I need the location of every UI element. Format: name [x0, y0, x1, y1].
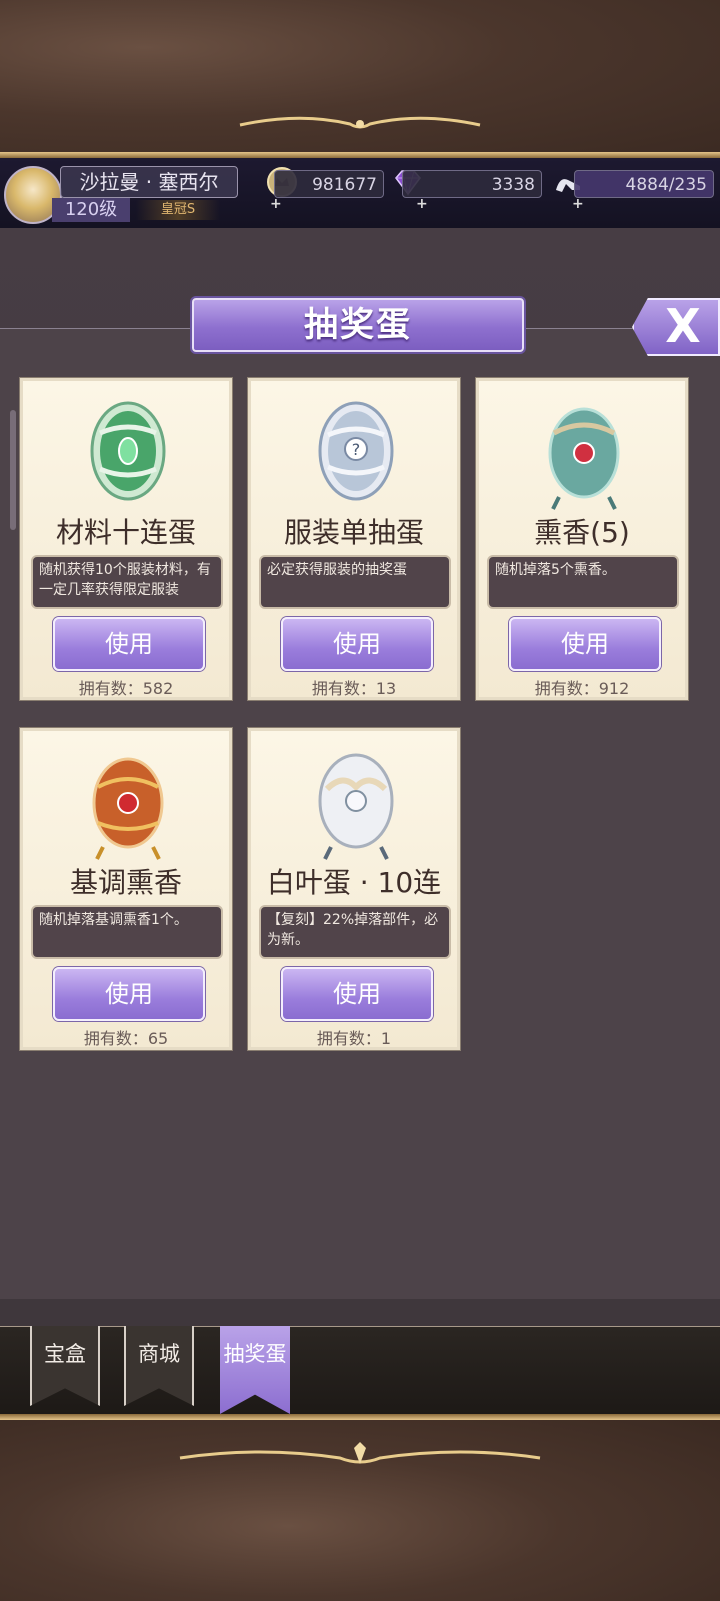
item-name: 材料十连蛋 [55, 516, 196, 549]
green-egg-icon [90, 401, 166, 501]
add-diamond-icon[interactable]: + [416, 196, 428, 212]
popup-title-text: 抽奖蛋 [304, 305, 412, 345]
item-name: 服装单抽蛋 [283, 516, 424, 549]
add-stamina-icon[interactable]: + [572, 196, 584, 212]
owned-count: 拥有数：65 [83, 1029, 169, 1048]
player-name: 沙拉曼 · 塞西尔 [60, 166, 238, 198]
scrollbar[interactable] [10, 410, 16, 530]
owned-count: 拥有数：912 [534, 679, 630, 698]
owned-count: 拥有数：582 [78, 679, 174, 698]
gold-flourish-icon [179, 1442, 541, 1464]
item-description: 必定获得服装的抽奖蛋 [259, 555, 451, 609]
orange-incense-egg-icon [92, 757, 164, 860]
owned-count: 拥有数：13 [311, 679, 397, 698]
player-level: 120级 [52, 198, 130, 222]
diamond-amount: 3338 [402, 170, 542, 198]
top-ornament-band [0, 0, 720, 158]
item-description: 【复刻】22%掉落部件，必为新。 [259, 905, 451, 959]
add-gold-icon[interactable]: + [270, 196, 282, 212]
use-button[interactable]: 使用 [281, 967, 433, 1021]
gold-flourish-icon [239, 116, 481, 129]
item-description: 随机掉落基调熏香1个。 [31, 905, 223, 959]
item-card-incense-5: 熏香(5) 随机掉落5个熏香。 使用 拥有数：912 [476, 378, 688, 700]
stamina-amount: 4884/235 [574, 170, 714, 198]
use-button[interactable]: 使用 [53, 967, 205, 1021]
use-button[interactable]: 使用 [281, 617, 433, 671]
use-button[interactable]: 使用 [53, 617, 205, 671]
close-button[interactable]: X [632, 298, 720, 356]
item-description: 随机获得10个服装材料，有一定几率获得限定服装 [31, 555, 223, 609]
player-title-badge: 皇冠S [136, 200, 220, 220]
popup-title: 抽奖蛋 [192, 298, 524, 352]
item-card-material-egg: 材料十连蛋 随机获得10个服装材料，有一定几率获得限定服装 使用 拥有数：582 [20, 378, 232, 700]
use-button[interactable]: 使用 [509, 617, 661, 671]
item-name: 白叶蛋 · 10连 [266, 866, 442, 899]
item-description: 随机掉落5个熏香。 [487, 555, 679, 609]
teal-incense-egg-icon [548, 407, 620, 510]
top-status-bar: 沙拉曼 · 塞西尔 120级 皇冠S + 981677 + 3338 + 488… [0, 158, 720, 228]
item-name: 基调熏香 [69, 866, 182, 899]
bottom-tab-bar [0, 1326, 720, 1415]
silver-egg-icon: ? [318, 401, 394, 501]
item-card-outfit-egg: ? 服装单抽蛋 必定获得服装的抽奖蛋 使用 拥有数：13 [248, 378, 460, 700]
gold-amount: 981677 [274, 170, 384, 198]
bottom-ornament-band [0, 1414, 720, 1601]
item-name: 熏香(5) [534, 516, 630, 549]
svg-text:?: ? [352, 440, 361, 459]
owned-count: 拥有数：1 [316, 1029, 392, 1048]
white-leaf-egg-icon [318, 753, 394, 860]
item-card-white-leaf-egg: 白叶蛋 · 10连 【复刻】22%掉落部件，必为新。 使用 拥有数：1 [248, 728, 460, 1050]
item-card-base-incense: 基调熏香 随机掉落基调熏香1个。 使用 拥有数：65 [20, 728, 232, 1050]
